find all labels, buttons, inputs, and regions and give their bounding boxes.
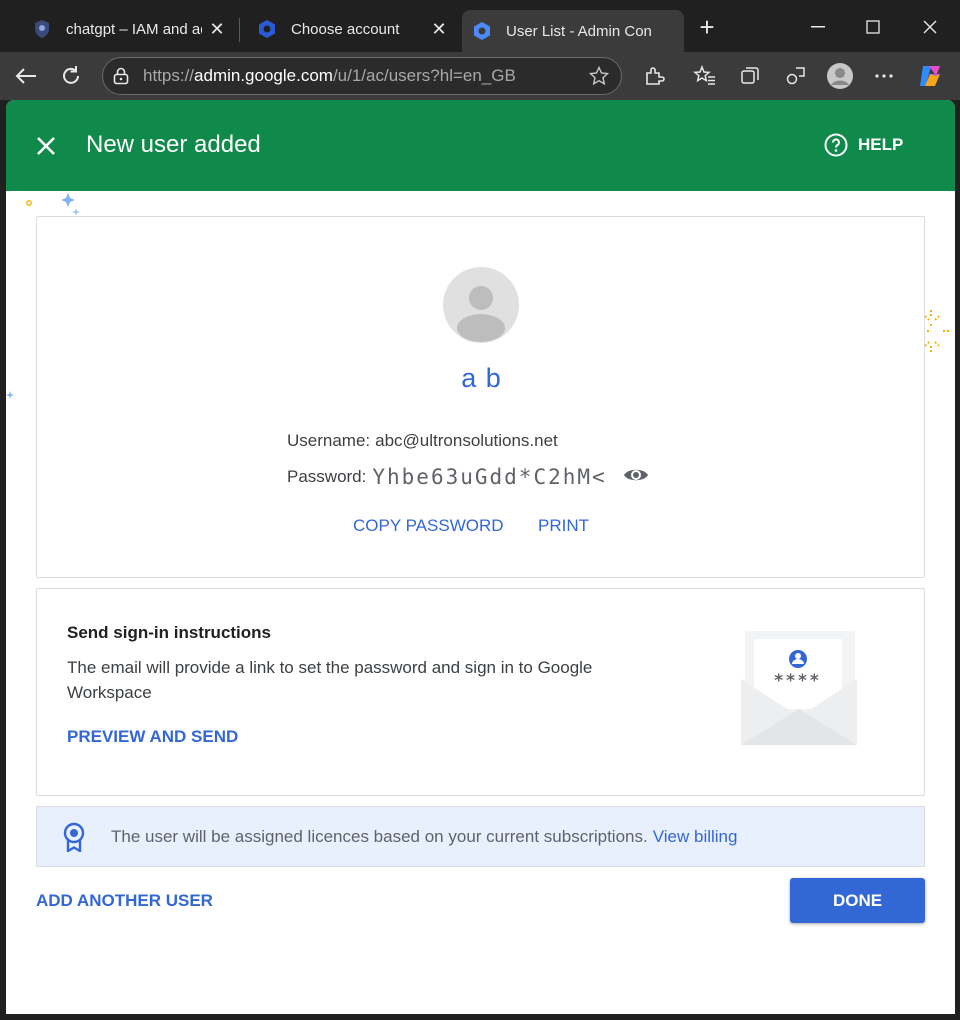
admin-page: New user added HELP a b Username: abc@ul… bbox=[6, 100, 955, 1014]
confetti-sparkle-icon bbox=[26, 193, 80, 216]
more-menu-icon[interactable] bbox=[868, 60, 900, 92]
username-value: abc@ultronsolutions.net bbox=[375, 431, 558, 450]
add-another-user-button[interactable]: ADD ANOTHER USER bbox=[36, 891, 213, 911]
user-display-name: a b bbox=[461, 363, 502, 393]
close-tab-icon[interactable]: ✕ bbox=[202, 14, 232, 44]
envelope-mask-text: **** bbox=[774, 671, 822, 691]
confetti-burst-icon bbox=[923, 310, 949, 352]
view-billing-link[interactable]: View billing bbox=[653, 827, 738, 847]
new-user-card: a b Username: abc@ultronsolutions.net Pa… bbox=[36, 216, 925, 578]
success-banner: New user added HELP bbox=[6, 100, 955, 191]
preview-and-send-button[interactable]: PREVIEW AND SEND bbox=[67, 727, 238, 747]
username-row: Username: abc@ultronsolutions.net bbox=[287, 431, 558, 451]
favorite-star-icon[interactable] bbox=[587, 66, 611, 86]
tab-title: chatgpt – IAM and adr bbox=[66, 20, 202, 38]
profile-avatar-icon[interactable] bbox=[824, 60, 856, 92]
url-path: /u/1/ac/users?hl=en_GB bbox=[332, 66, 516, 85]
address-bar[interactable]: https://admin.google.com/u/1/ac/users?hl… bbox=[102, 57, 622, 95]
maximize-button[interactable] bbox=[853, 12, 893, 42]
banner-title: New user added bbox=[86, 131, 261, 158]
new-tab-button[interactable]: + bbox=[693, 14, 721, 42]
sign-in-title: Send sign-in instructions bbox=[67, 623, 272, 642]
collections-icon[interactable] bbox=[734, 60, 766, 92]
extensions-icon[interactable] bbox=[638, 60, 670, 92]
password-row: Password: Yhbe63uGdd*C2hM< bbox=[287, 465, 649, 489]
url-host: admin.google.com bbox=[194, 66, 333, 85]
envelope-illustration-icon: **** bbox=[741, 631, 857, 745]
licence-info-bar: The user will be assigned licences based… bbox=[36, 806, 925, 867]
confetti-sparkle-icon bbox=[6, 391, 14, 399]
url-text[interactable]: https://admin.google.com/u/1/ac/users?hl… bbox=[143, 66, 587, 86]
username-label: Username: bbox=[287, 431, 371, 450]
lock-icon[interactable] bbox=[111, 67, 131, 85]
shield-icon bbox=[32, 19, 52, 39]
reload-button[interactable] bbox=[55, 60, 87, 92]
print-button[interactable]: PRINT bbox=[538, 516, 589, 536]
tab-chatgpt[interactable]: chatgpt – IAM and adr ✕ bbox=[10, 10, 238, 48]
close-icon[interactable] bbox=[34, 134, 58, 158]
google-cloud-icon bbox=[472, 21, 492, 41]
sign-in-description: The email will provide a link to set the… bbox=[67, 658, 593, 702]
password-label: Password: bbox=[287, 467, 367, 486]
sign-in-instructions-card: Send sign-in instructions The email will… bbox=[36, 588, 925, 796]
tab-user-list[interactable]: User List - Admin Con bbox=[462, 10, 684, 52]
minimize-button[interactable] bbox=[798, 12, 838, 42]
copilot-icon[interactable] bbox=[914, 60, 946, 92]
done-button[interactable]: DONE bbox=[790, 878, 925, 923]
browser-toolbar: https://admin.google.com/u/1/ac/users?hl… bbox=[0, 52, 960, 100]
tab-strip: chatgpt – IAM and adr ✕ Choose account ✕… bbox=[0, 0, 960, 56]
visibility-eye-icon[interactable] bbox=[623, 462, 649, 488]
google-cloud-icon bbox=[257, 19, 277, 39]
copy-password-button[interactable]: COPY PASSWORD bbox=[353, 516, 504, 536]
tab-title: Choose account bbox=[291, 20, 400, 38]
avatar bbox=[443, 267, 519, 343]
tab-choose-account[interactable]: Choose account ✕ bbox=[235, 10, 460, 48]
close-window-button[interactable] bbox=[910, 12, 950, 42]
back-button[interactable] bbox=[10, 60, 42, 92]
tab-title: User List - Admin Con bbox=[506, 22, 652, 40]
close-tab-icon[interactable]: ✕ bbox=[424, 14, 454, 44]
licence-message: The user will be assigned licences based… bbox=[111, 826, 648, 846]
help-button[interactable]: HELP bbox=[824, 133, 903, 157]
browser-essentials-icon[interactable] bbox=[780, 60, 812, 92]
award-ribbon-icon bbox=[63, 822, 85, 852]
url-scheme: https:// bbox=[143, 66, 195, 85]
help-circle-icon bbox=[824, 133, 848, 157]
help-label: HELP bbox=[858, 135, 904, 154]
password-value: Yhbe63uGdd*C2hM< bbox=[372, 465, 607, 489]
favorites-icon[interactable] bbox=[689, 60, 721, 92]
